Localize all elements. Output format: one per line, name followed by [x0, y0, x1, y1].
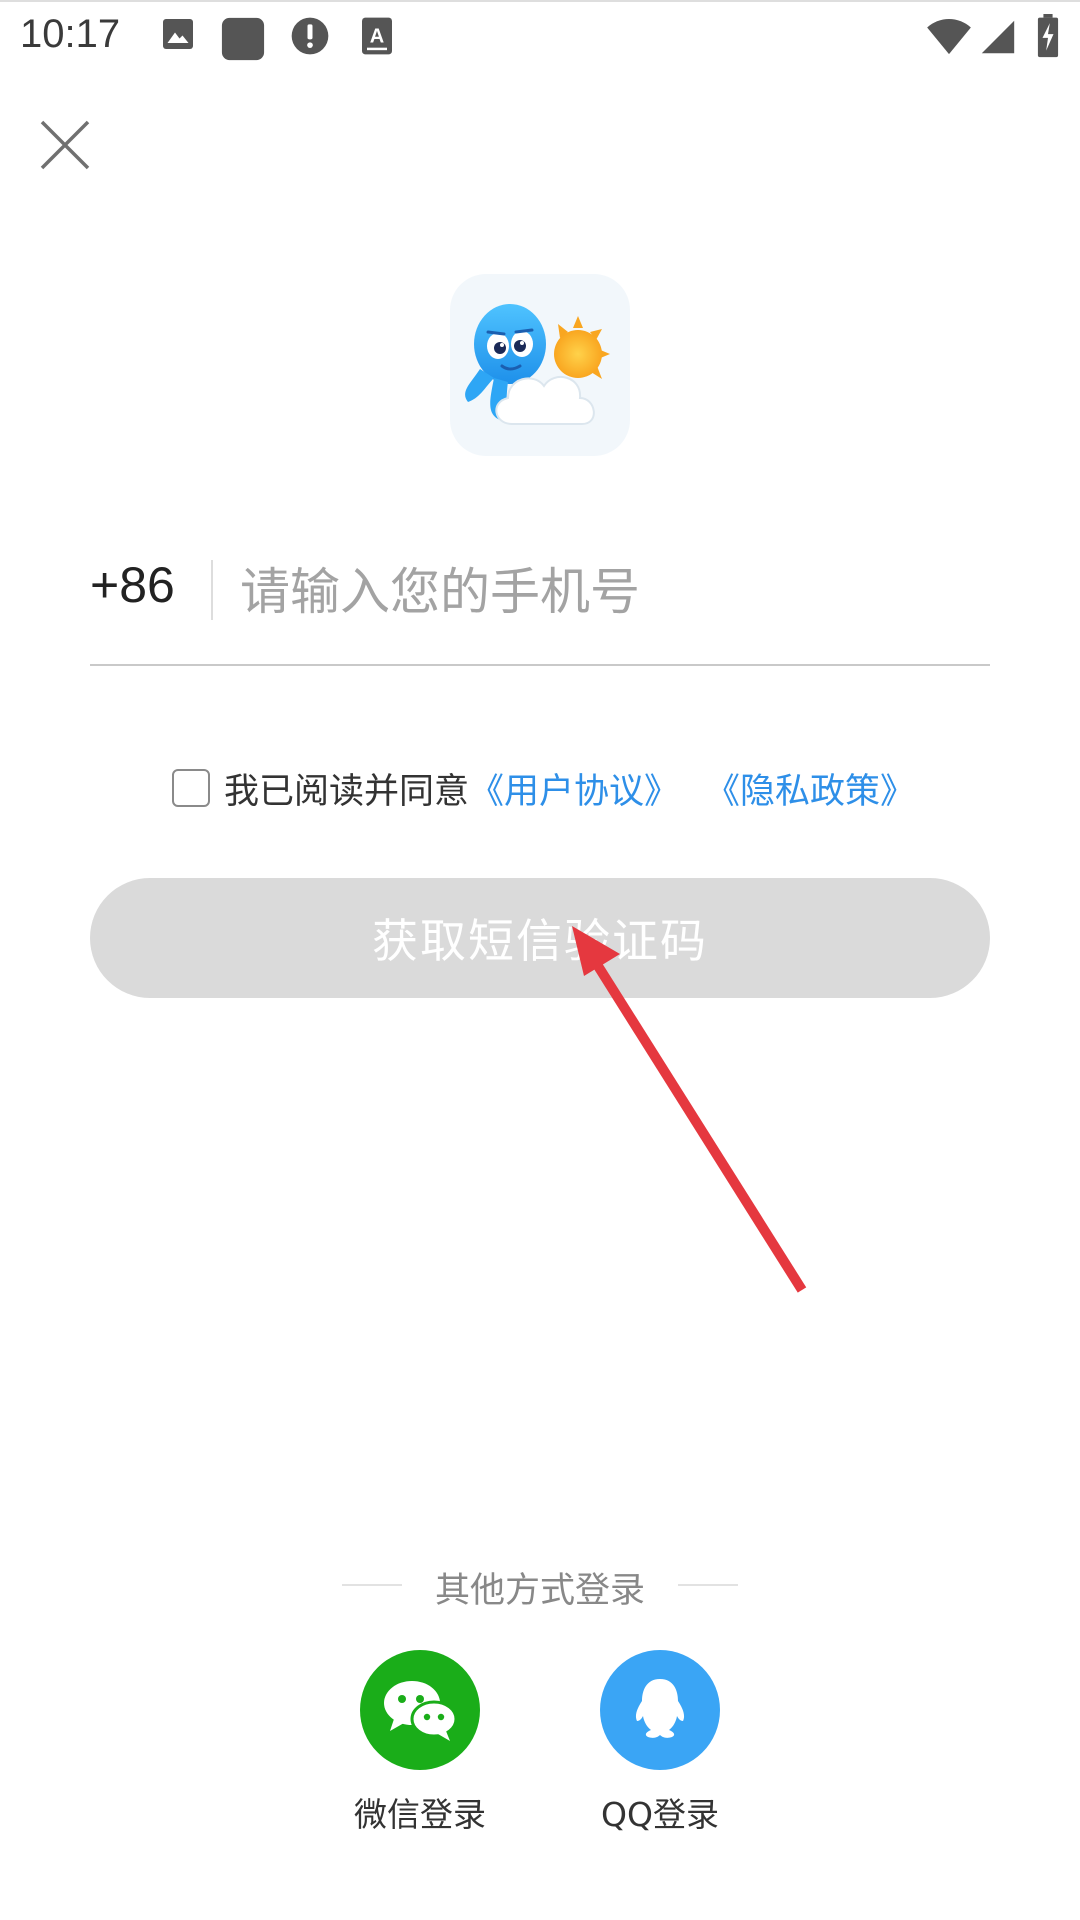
- agreement-checkbox[interactable]: [172, 769, 210, 807]
- other-login-line-right: [678, 1584, 738, 1586]
- input-divider: [211, 560, 213, 620]
- app-logo: [450, 274, 630, 456]
- qq-login-button[interactable]: QQ登录: [585, 1650, 735, 1836]
- octopus-weather-logo: [465, 304, 610, 425]
- close-button[interactable]: [36, 116, 94, 174]
- square-app-icon: [221, 17, 265, 61]
- country-code[interactable]: +86: [90, 556, 175, 614]
- agreement-row: 我已阅读并同意 《用户协议》 《隐私政策》: [172, 764, 915, 812]
- login-screen: 10:17 A +86 请输入您的手机号 我已阅读并同意 《用户协议》 《隐私政…: [0, 0, 1080, 1920]
- wechat-circle: [360, 1650, 480, 1770]
- privacy-policy-link[interactable]: 《隐私政策》: [705, 763, 915, 814]
- qq-login-label: QQ登录: [601, 1795, 719, 1834]
- get-sms-code-label: 获取短信验证码: [372, 914, 708, 968]
- wifi-icon: [927, 18, 971, 55]
- qq-icon: [635, 1679, 685, 1738]
- phone-number-input[interactable]: [240, 554, 980, 630]
- qq-circle: [600, 1650, 720, 1770]
- wechat-icon: [384, 1681, 458, 1741]
- get-sms-code-button[interactable]: 获取短信验证码: [90, 878, 990, 998]
- annotation-arrow-shaft: [593, 963, 807, 1293]
- user-agreement-link[interactable]: 《用户协议》: [469, 763, 679, 814]
- wechat-login-button[interactable]: 微信登录: [345, 1650, 495, 1836]
- other-login-title: 其他方式登录: [434, 1571, 645, 1611]
- wechat-login-label: 微信登录: [354, 1795, 486, 1834]
- keyboard-a-icon: A: [362, 17, 392, 55]
- other-login-header: 其他方式登录: [0, 1560, 1080, 1611]
- agreement-text: 我已阅读并同意: [224, 771, 470, 812]
- alert-icon: [291, 17, 329, 55]
- close-icon: [40, 120, 90, 170]
- status-bar: 10:17 A: [0, 0, 1080, 74]
- image-icon: [163, 19, 193, 49]
- battery-charging-icon: [1037, 14, 1059, 58]
- svg-text:A: A: [370, 26, 384, 48]
- status-time: 10:17: [20, 12, 121, 56]
- input-underline: [90, 664, 990, 666]
- signal-icon: [981, 20, 1015, 54]
